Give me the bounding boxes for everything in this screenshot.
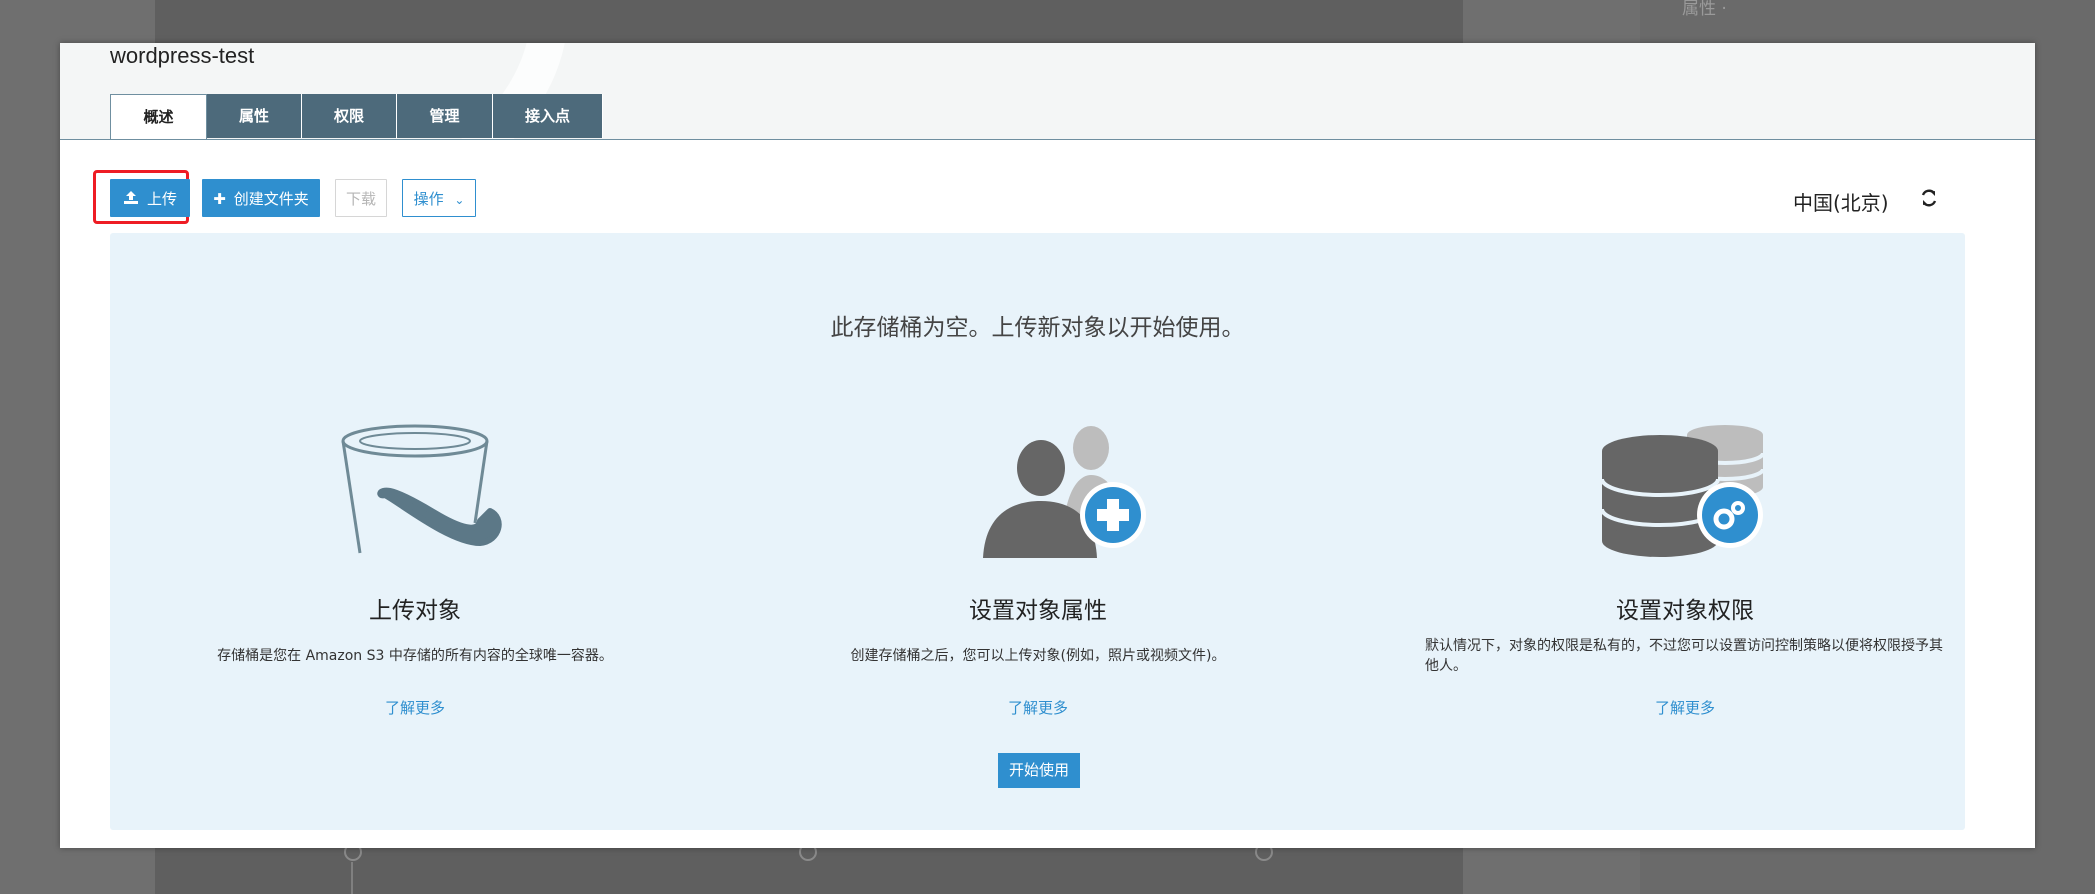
upload-icon [123, 180, 139, 218]
column-description: 创建存储桶之后，您可以上传对象(例如，照片或视频文件)。 [850, 648, 1226, 664]
upload-label: 上传 [146, 190, 177, 208]
users-add-icon [983, 423, 1153, 562]
tab-access-points[interactable]: 接入点 [493, 94, 603, 138]
column-description: 默认情况下，对象的权限是私有的，不过您可以设置访问控制策略以便将权限授予其他人。 [1425, 638, 1943, 674]
bucket-title: wordpress-test [110, 43, 255, 68]
tab-properties[interactable]: 属性 [207, 94, 302, 138]
get-started-button[interactable]: 开始使用 [998, 753, 1080, 788]
bucket-icon [340, 423, 510, 562]
bucket-modal: wordpress-test 概述 属性 权限 管理 接入点 上传 ✚ 创建文件夹… [60, 43, 2035, 848]
tab-permissions[interactable]: 权限 [302, 94, 397, 138]
modal-header: wordpress-test 概述 属性 权限 管理 接入点 [60, 43, 2035, 140]
region-label: 中国(北京) [1793, 191, 1889, 215]
column-title: 设置对象权限 [1616, 598, 1754, 624]
column-title: 设置对象属性 [969, 598, 1107, 624]
background-right-label: 属性 · [1682, 0, 1727, 19]
database-gear-icon [1600, 423, 1770, 562]
refresh-icon[interactable] [1920, 188, 1938, 212]
create-folder-label: 创建文件夹 [233, 190, 309, 208]
tab-bar: 概述 属性 权限 管理 接入点 [110, 94, 603, 139]
column-title: 上传对象 [369, 598, 461, 624]
download-button[interactable]: 下载 [335, 179, 387, 217]
actions-dropdown[interactable]: 操作 ⌄ [402, 179, 476, 217]
create-folder-button[interactable]: ✚ 创建文件夹 [202, 179, 320, 217]
empty-bucket-panel: 此存储桶为空。上传新对象以开始使用。 上传对象 存储桶是您在 Amazon S3… [110, 233, 1965, 830]
tab-management[interactable]: 管理 [397, 94, 493, 138]
column-description: 存储桶是您在 Amazon S3 中存储的所有内容的全球唯一容器。 [217, 648, 613, 664]
upload-button[interactable]: 上传 [110, 179, 190, 217]
empty-message: 此存储桶为空。上传新对象以开始使用。 [830, 315, 1245, 341]
background-line [351, 862, 353, 894]
plus-icon: ✚ [213, 190, 226, 208]
learn-more-link[interactable]: 了解更多 [180, 697, 650, 718]
tab-overview[interactable]: 概述 [110, 94, 207, 139]
learn-more-link[interactable]: 了解更多 [803, 697, 1273, 718]
learn-more-link[interactable]: 了解更多 [1425, 697, 1945, 718]
actions-label: 操作 [413, 190, 444, 208]
chevron-down-icon: ⌄ [454, 193, 465, 207]
